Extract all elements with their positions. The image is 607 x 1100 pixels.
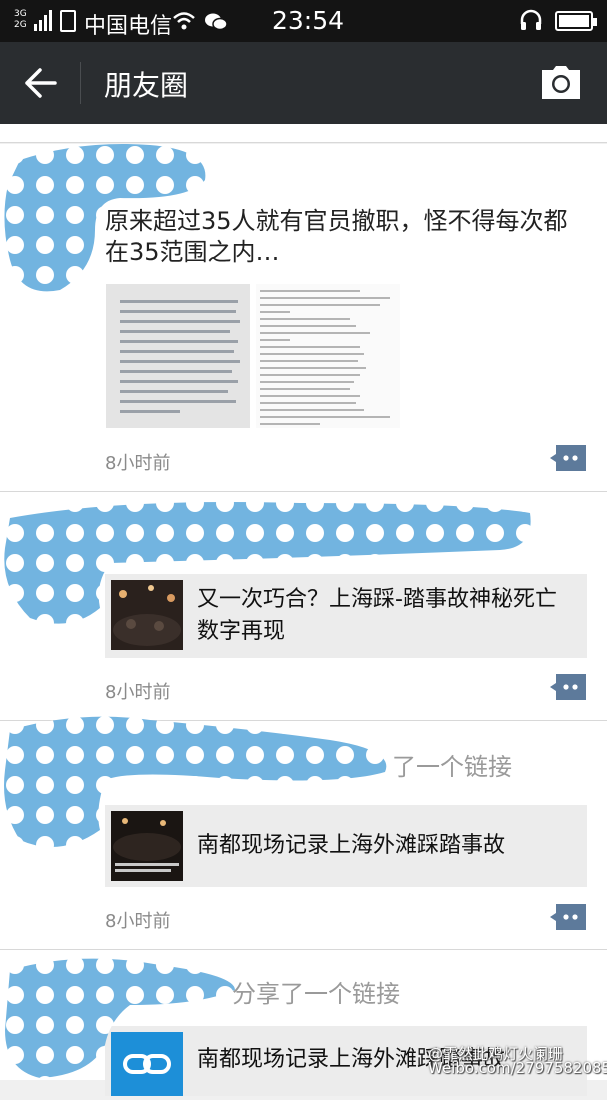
- battery-icon: [555, 11, 597, 31]
- sim-icon: [60, 10, 76, 32]
- post-time: 8小时前: [105, 682, 171, 703]
- post-image-1[interactable]: [106, 284, 250, 428]
- post-image-2[interactable]: [256, 284, 400, 428]
- image-text-lines: [260, 290, 390, 425]
- wifi-icon: [173, 12, 195, 30]
- redaction-blob-1: [4, 144, 206, 292]
- comment-icon[interactable]: [550, 904, 586, 930]
- share-text: 了一个链接: [392, 753, 512, 781]
- comment-icon[interactable]: [550, 674, 586, 700]
- share-text: 分享了一个链接: [232, 980, 400, 1008]
- headset-icon: [520, 9, 542, 30]
- status-bar: 3G 2G 中国电信 23:54: [0, 0, 607, 42]
- weibo-watermark: @霏然此鸡灯火阑珊 Weibo.com/2797582085: [428, 1045, 607, 1077]
- back-arrow-icon[interactable]: [22, 66, 58, 100]
- title-divider: [80, 62, 81, 104]
- signal-icon: [34, 10, 52, 31]
- post-time: 8小时前: [105, 453, 171, 474]
- camera-icon[interactable]: [540, 66, 582, 100]
- network-type: 3G 2G: [14, 9, 27, 30]
- image-text-lines: [120, 300, 240, 413]
- watermark-text: @霏然此鸡灯火阑珊 Weibo.com/2797582085: [428, 1045, 607, 1077]
- redaction-blob-3: [4, 716, 387, 848]
- clock: 23:54: [272, 6, 345, 35]
- comment-icon[interactable]: [550, 445, 586, 471]
- carrier-label: 中国电信: [84, 14, 173, 39]
- page-title: 朋友圈: [104, 69, 189, 102]
- redaction-blob-2: [4, 502, 531, 624]
- wechat-icon: [205, 13, 228, 31]
- title-bar: 朋友圈: [0, 42, 607, 124]
- redaction-blob-4: [5, 958, 235, 1078]
- post-time: 8小时前: [105, 911, 171, 932]
